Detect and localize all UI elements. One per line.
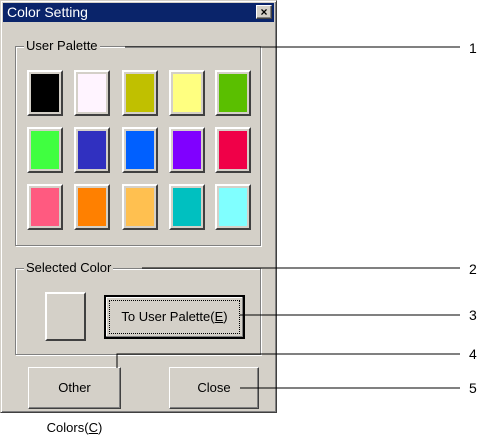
callout-number-3: 3 — [469, 307, 477, 323]
swatch-color — [173, 74, 201, 112]
callout-number-1: 1 — [469, 40, 477, 56]
palette-swatch[interactable] — [27, 70, 63, 116]
swatch-color — [219, 131, 247, 169]
swatch-color — [126, 131, 154, 169]
swatch-color — [31, 188, 59, 226]
palette-swatch[interactable] — [215, 70, 251, 116]
palette-swatch[interactable] — [169, 127, 205, 173]
swatch-color — [31, 74, 59, 112]
swatch-color — [173, 188, 201, 226]
palette-swatch[interactable] — [74, 70, 110, 116]
swatch-color — [78, 188, 106, 226]
user-palette-label: User Palette — [24, 38, 100, 54]
palette-swatch[interactable] — [27, 184, 63, 230]
palette-swatch[interactable] — [215, 127, 251, 173]
swatch-color — [126, 188, 154, 226]
palette-swatch[interactable] — [169, 184, 205, 230]
palette-swatch[interactable] — [27, 127, 63, 173]
to-user-palette-label: To User Palette(E) — [121, 309, 228, 324]
dialog-title: Color Setting — [7, 4, 88, 20]
other-colors-button[interactable]: Other Colors(C) — [28, 367, 121, 435]
swatch-color — [219, 74, 247, 112]
palette-swatch[interactable] — [122, 70, 158, 116]
color-setting-dialog: Color Setting × User Palette Selected Co… — [0, 0, 277, 435]
palette-swatch[interactable] — [74, 127, 110, 173]
swatch-color — [173, 131, 201, 169]
callout-number-2: 2 — [469, 261, 477, 277]
palette-swatch[interactable] — [122, 184, 158, 230]
to-user-palette-button[interactable]: To User Palette(E) — [104, 295, 245, 339]
selected-color-label: Selected Color — [24, 260, 114, 276]
swatch-color — [31, 131, 59, 169]
swatch-color — [219, 188, 247, 226]
close-button[interactable]: Close — [169, 367, 259, 409]
selected-color-preview — [45, 292, 86, 341]
callout-number-5: 5 — [469, 380, 477, 396]
close-icon[interactable]: × — [256, 5, 272, 19]
swatch-color — [78, 74, 106, 112]
other-colors-label: Other Colors(C) — [46, 380, 103, 435]
swatch-color — [78, 131, 106, 169]
palette-swatch[interactable] — [74, 184, 110, 230]
callout-number-4: 4 — [469, 346, 477, 362]
title-bar: Color Setting × — [3, 3, 274, 22]
palette-swatch[interactable] — [215, 184, 251, 230]
palette-swatch[interactable] — [169, 70, 205, 116]
close-button-label: Close — [197, 380, 231, 395]
palette-swatch[interactable] — [122, 127, 158, 173]
swatch-color — [126, 74, 154, 112]
